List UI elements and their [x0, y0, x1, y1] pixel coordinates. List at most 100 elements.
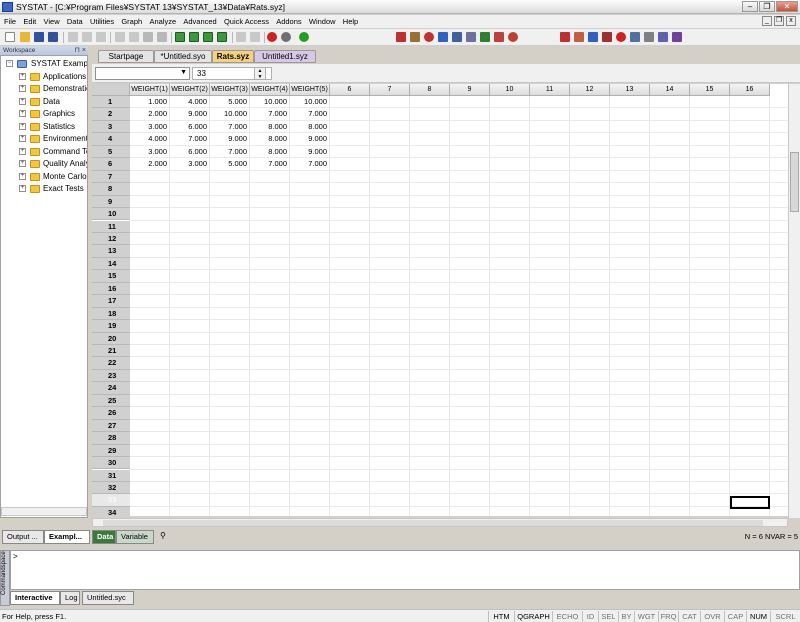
- column-header[interactable]: 12: [570, 84, 610, 96]
- value-spinner[interactable]: ▲ ▼: [254, 67, 266, 80]
- data-cell[interactable]: 7.000: [290, 158, 330, 170]
- indicator-qgraph[interactable]: QGRAPH: [514, 611, 552, 622]
- tab-untitled-syo[interactable]: *Untitled.syo: [154, 50, 212, 63]
- tab-startpage[interactable]: Startpage: [98, 50, 154, 63]
- data-cell[interactable]: 1.000: [130, 96, 170, 108]
- row-header[interactable]: 21: [92, 345, 130, 358]
- column-header[interactable]: 7: [370, 84, 410, 96]
- grid-horizontal-scrollbar[interactable]: [92, 518, 788, 527]
- data-cell[interactable]: 8.000: [250, 121, 290, 133]
- row-header[interactable]: 26: [92, 407, 130, 420]
- row-header[interactable]: 25: [92, 394, 130, 408]
- column-header[interactable]: 11: [530, 84, 570, 96]
- row-header[interactable]: 13: [92, 245, 130, 258]
- row-header[interactable]: 30: [92, 457, 130, 470]
- active-cell-cursor[interactable]: [730, 496, 770, 509]
- data-cell[interactable]: 9.000: [170, 108, 210, 120]
- indicator-by[interactable]: BY: [618, 611, 634, 622]
- menu-utilities[interactable]: Utilities: [90, 15, 114, 28]
- undo-icon[interactable]: [115, 32, 125, 42]
- row-header[interactable]: 22: [92, 357, 130, 370]
- find-icon[interactable]: [236, 32, 246, 42]
- column-header[interactable]: 8: [410, 84, 450, 96]
- data-cell[interactable]: 10.000: [250, 96, 290, 108]
- ttest-icon[interactable]: [588, 32, 598, 42]
- row-header[interactable]: 18: [92, 307, 130, 321]
- dot-plot-icon[interactable]: [466, 32, 476, 42]
- row-header[interactable]: 29: [92, 444, 130, 458]
- save-icon[interactable]: [34, 32, 44, 42]
- scrollbar-thumb[interactable]: [103, 520, 763, 526]
- data-cell[interactable]: 9.000: [290, 146, 330, 158]
- indicator-ovr[interactable]: OVR: [700, 611, 724, 622]
- data-cell[interactable]: 8.000: [290, 121, 330, 133]
- data-cell[interactable]: 4.000: [130, 133, 170, 145]
- indicator-sel[interactable]: SEL: [598, 611, 618, 622]
- row-header[interactable]: 24: [92, 382, 130, 395]
- indicator-scrl[interactable]: SCRL: [770, 611, 800, 622]
- indicator-id[interactable]: ID: [582, 611, 598, 622]
- menu-quick-access[interactable]: Quick Access: [224, 15, 269, 28]
- map-icon[interactable]: [508, 32, 518, 42]
- row-header[interactable]: 16: [92, 282, 130, 296]
- redo-icon[interactable]: [129, 32, 139, 42]
- mdi-minimize-button[interactable]: _: [762, 16, 772, 26]
- row-header[interactable]: 7: [92, 170, 130, 184]
- data-cell[interactable]: 3.000: [130, 121, 170, 133]
- output-editor-icon[interactable]: [189, 32, 199, 42]
- regression-icon[interactable]: [616, 32, 626, 42]
- data-cell[interactable]: 3.000: [170, 158, 210, 170]
- data-cell[interactable]: 7.000: [170, 133, 210, 145]
- open-icon[interactable]: [20, 32, 30, 42]
- plot-icon[interactable]: [494, 32, 504, 42]
- expand-icon[interactable]: +: [19, 72, 26, 80]
- replace-icon[interactable]: [250, 32, 260, 42]
- record-icon[interactable]: [267, 32, 277, 42]
- copy-icon[interactable]: [82, 32, 92, 42]
- column-header[interactable]: 15: [690, 84, 730, 96]
- expand-icon[interactable]: +: [19, 135, 26, 142]
- menu-data[interactable]: Data: [67, 15, 83, 28]
- data-cell[interactable]: 8.000: [250, 133, 290, 145]
- data-cell[interactable]: 10.000: [210, 108, 250, 120]
- row-header[interactable]: 4: [92, 133, 130, 146]
- tab-log[interactable]: Log: [60, 591, 80, 605]
- row-header[interactable]: 2: [92, 108, 130, 121]
- expand-icon[interactable]: +: [19, 97, 26, 105]
- row-header[interactable]: 6: [92, 158, 130, 171]
- expand-icon[interactable]: +: [19, 110, 26, 117]
- data-cell[interactable]: 7.000: [250, 108, 290, 120]
- menu-edit[interactable]: Edit: [23, 15, 36, 28]
- row-header[interactable]: 9: [92, 195, 130, 209]
- indicator-num[interactable]: NUM: [746, 611, 770, 622]
- column-header[interactable]: WEIGHT(5): [290, 84, 330, 96]
- column-header[interactable]: 9: [450, 84, 490, 96]
- column-header[interactable]: WEIGHT(2): [170, 84, 210, 96]
- save-all-icon[interactable]: [48, 32, 58, 42]
- tab-rats-syz[interactable]: Rats.syz: [212, 50, 254, 63]
- menu-analyze[interactable]: Analyze: [149, 15, 176, 28]
- tab-examples[interactable]: Exampl...: [44, 530, 90, 544]
- play-icon[interactable]: [281, 32, 291, 42]
- row-header[interactable]: 15: [92, 270, 130, 283]
- grid-vertical-scrollbar[interactable]: [788, 84, 800, 518]
- minimize-button[interactable]: –: [742, 1, 758, 12]
- indicator-cat[interactable]: CAT: [678, 611, 700, 622]
- row-header[interactable]: 19: [92, 320, 130, 333]
- indicator-cap[interactable]: CAP: [724, 611, 746, 622]
- row-header[interactable]: 8: [92, 183, 130, 196]
- mdi-close-button[interactable]: x: [786, 16, 796, 26]
- column-header[interactable]: 10: [490, 84, 530, 96]
- tab-interactive[interactable]: Interactive: [10, 591, 60, 605]
- row-header[interactable]: 23: [92, 369, 130, 383]
- restore-button[interactable]: ❐: [759, 1, 775, 12]
- data-cell[interactable]: 9.000: [290, 133, 330, 145]
- scatterplot-icon[interactable]: [658, 32, 668, 42]
- row-header[interactable]: 27: [92, 419, 130, 433]
- expand-icon[interactable]: +: [19, 172, 26, 180]
- indicator-htm[interactable]: HTM: [488, 611, 514, 622]
- pin-icon[interactable]: ⊓ ×: [75, 46, 87, 55]
- data-cell[interactable]: 9.000: [210, 133, 250, 145]
- indicator-echo[interactable]: ECHO: [552, 611, 582, 622]
- data-grid[interactable]: WEIGHT(1) WEIGHT(2) WEIGHT(3) WEIGHT(4) WEIG…: [92, 84, 788, 516]
